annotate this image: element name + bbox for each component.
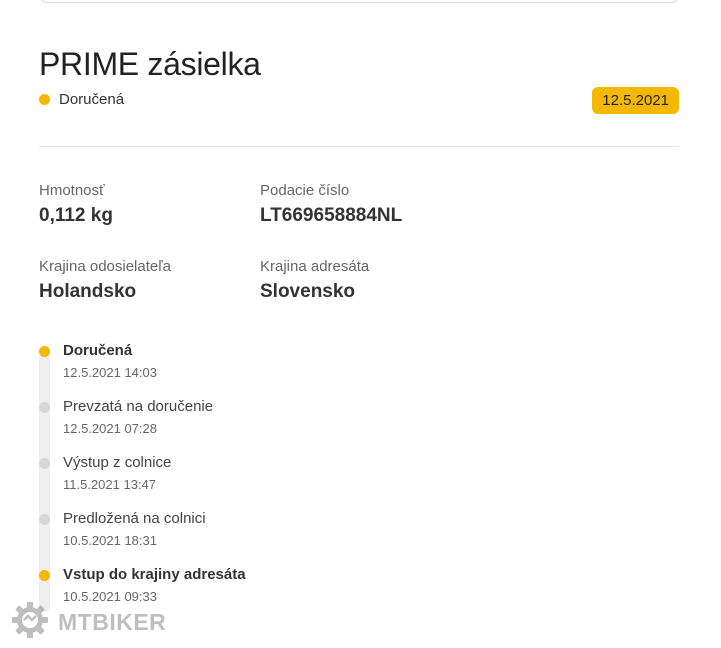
watermark-text: MTBIKER [58,609,167,635]
sender-country-field: Krajina odosielateľa Holandsko [39,258,171,303]
timeline-event-name: Výstup z colnice [63,454,172,471]
timeline-event-time: 10.5.2021 18:31 [63,533,157,548]
tracking-number-label: Podacie číslo [260,182,350,199]
timeline-dot-icon [39,458,50,469]
timeline-dot-icon [39,514,50,525]
timeline-event-name: Vstup do krajiny adresáta [63,566,246,583]
timeline-dot-icon [39,346,50,357]
weight-field: Hmotnosť 0,112 kg [39,182,113,227]
status-text: Doručená [59,91,125,108]
search-box-edge[interactable] [39,0,679,3]
tracking-timeline: Doručená 12.5.2021 14:03 Prevzatá na dor… [39,342,439,642]
timeline-event-name: Doručená [63,342,133,359]
status-dot-icon [39,94,50,105]
gear-icon [10,600,50,645]
timeline-event-name: Predložená na colnici [63,510,206,527]
timeline-dot-icon [39,402,50,413]
tracking-number-field: Podacie číslo LT669658884NL [260,182,402,227]
sender-country-value: Holandsko [39,281,137,302]
divider [39,146,679,147]
tracking-number-value: LT669658884NL [260,205,403,226]
status-indicator: Doručená [39,91,124,108]
watermark-logo: MTBIKER [10,600,166,645]
page-title: PRIME zásielka [39,46,261,82]
recipient-country-value: Slovensko [260,281,356,302]
weight-value: 0,112 kg [39,205,113,226]
timeline-event-name: Prevzatá na doručenie [63,398,214,415]
sender-country-label: Krajina odosielateľa [39,258,171,275]
recipient-country-label: Krajina adresáta [260,258,370,275]
timeline-event-time: 12.5.2021 07:28 [63,421,157,436]
timeline-event-time: 12.5.2021 14:03 [63,365,157,380]
timeline-dot-icon [39,570,50,581]
weight-label: Hmotnosť [39,182,105,199]
date-badge: 12.5.2021 [592,87,679,114]
recipient-country-field: Krajina adresáta Slovensko [260,258,369,303]
timeline-event-time: 11.5.2021 13:47 [63,477,157,492]
